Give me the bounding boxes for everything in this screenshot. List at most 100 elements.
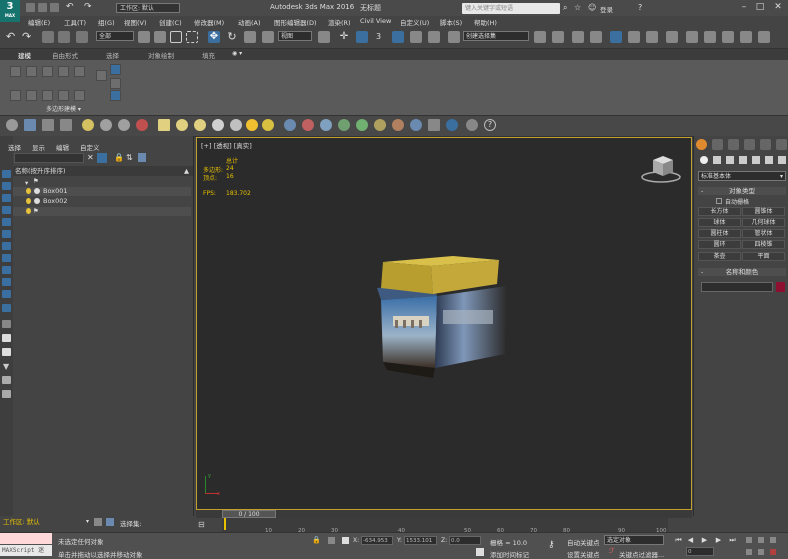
go-to-start-icon[interactable]: ⏮ xyxy=(674,536,683,545)
visibility-bulb-icon[interactable] xyxy=(26,188,31,194)
particle-icon[interactable] xyxy=(284,119,296,131)
geosphere-button[interactable]: 几何球体 xyxy=(742,218,785,227)
select-toggle-icon[interactable] xyxy=(97,153,107,163)
sphere-icon[interactable] xyxy=(176,119,188,131)
plane-icon[interactable] xyxy=(158,119,170,131)
star-icon[interactable]: ☆ xyxy=(574,3,581,12)
orbit-icon[interactable] xyxy=(758,549,764,555)
ribbon-button[interactable] xyxy=(58,66,69,77)
ribbon-panel-label[interactable]: 多边形建模 ▾ xyxy=(46,104,81,113)
ribbon-button[interactable] xyxy=(74,66,85,77)
display-invert-icon[interactable] xyxy=(2,348,11,356)
filter-funnel-icon[interactable]: ▼ xyxy=(3,362,9,371)
filter-groups-icon[interactable] xyxy=(2,242,11,250)
reactor-icon[interactable] xyxy=(338,119,350,131)
viewcube[interactable] xyxy=(639,152,685,184)
auto-key-button[interactable]: 自动关键点 xyxy=(567,537,600,547)
box-button[interactable]: 长方体 xyxy=(698,207,741,216)
sphere-button[interactable]: 球体 xyxy=(698,218,741,227)
rotate-icon[interactable]: ↻ xyxy=(226,31,238,43)
menu-modifiers[interactable]: 修改器(M) xyxy=(194,17,224,27)
menu-group[interactable]: 组(G) xyxy=(98,17,115,27)
time-tag-icon[interactable] xyxy=(476,548,484,556)
systems-category-icon[interactable] xyxy=(778,156,786,164)
ribbon-button[interactable] xyxy=(74,90,85,101)
filter-spacewarps-icon[interactable] xyxy=(2,230,11,238)
filter-containers-icon[interactable] xyxy=(2,278,11,286)
bind-space-warp-icon[interactable] xyxy=(76,31,88,43)
filter-bones-icon[interactable] xyxy=(2,266,11,274)
box002-textured[interactable] xyxy=(377,284,507,378)
globe-icon[interactable] xyxy=(410,119,422,131)
isolate-icon[interactable] xyxy=(328,537,335,544)
angle-snap-icon[interactable] xyxy=(392,31,404,43)
ribbon-tab-selection[interactable]: 选择 xyxy=(106,50,119,60)
menu-customize[interactable]: 自定义(U) xyxy=(400,17,429,27)
cylinder-icon[interactable] xyxy=(212,119,224,131)
ribbon-button[interactable] xyxy=(110,78,121,89)
viewport-label-menu[interactable]: [+] [透视] [真实] xyxy=(201,140,252,150)
pivot-center-icon[interactable] xyxy=(318,31,330,43)
undo-icon[interactable]: ↶ xyxy=(66,3,75,12)
key-icon[interactable]: ⚷ xyxy=(548,540,555,550)
spacewarp-icon[interactable] xyxy=(136,119,148,131)
select-manipulate-icon[interactable]: ✛ xyxy=(338,31,350,43)
lights-category-icon[interactable] xyxy=(726,156,734,164)
cylinder-button[interactable]: 圆柱体 xyxy=(698,229,741,238)
torus-button[interactable]: 圆环 xyxy=(698,240,741,249)
layer-explorer-icon[interactable] xyxy=(138,153,146,162)
time-slider-thumb[interactable]: 0 / 100 xyxy=(222,510,276,518)
zoom-extents-icon[interactable] xyxy=(770,537,776,543)
menu-civil-view[interactable]: Civil View xyxy=(360,17,391,25)
visibility-bulb-icon[interactable] xyxy=(26,208,31,214)
ribbon-button[interactable] xyxy=(110,90,121,101)
help-icon[interactable]: ? xyxy=(638,3,642,12)
biped-icon[interactable] xyxy=(320,119,332,131)
layer-icon[interactable] xyxy=(42,119,54,131)
z-coordinate-field[interactable]: 0.0 xyxy=(449,536,481,545)
undo-icon[interactable]: ↶ xyxy=(6,31,18,43)
window-crossing-icon[interactable] xyxy=(186,31,198,43)
light-icon[interactable] xyxy=(82,119,94,131)
scene-explorer-icon[interactable] xyxy=(610,31,622,43)
ribbon-button[interactable] xyxy=(10,66,21,77)
selection-lock-icon[interactable]: 🔒 xyxy=(312,536,321,544)
menu-help[interactable]: 帮助(H) xyxy=(474,17,497,27)
app-logo-button[interactable]: 3 MAX xyxy=(0,0,20,22)
tree-row-box001[interactable]: Box001 xyxy=(13,187,191,196)
rect-selection-icon[interactable] xyxy=(170,31,182,43)
new-file-icon[interactable] xyxy=(26,3,35,12)
cone-icon[interactable] xyxy=(230,119,242,131)
unlink-icon[interactable] xyxy=(58,31,70,43)
named-selection-select[interactable]: 创建选择集 xyxy=(463,31,529,41)
ribbon-tab-freeform[interactable]: 自由形式 xyxy=(52,50,78,60)
ribbon-options-icon[interactable]: ◉ ▾ xyxy=(232,50,242,57)
motion-tab-icon[interactable] xyxy=(744,139,755,150)
render-frame-icon[interactable] xyxy=(428,119,440,131)
tree-row-box002[interactable]: Box002 xyxy=(13,197,191,206)
pan-icon[interactable] xyxy=(746,549,752,555)
zoom-icon[interactable] xyxy=(746,537,752,543)
clear-search-icon[interactable]: ✕ xyxy=(87,153,94,162)
explorer-column-header[interactable]: 名称(按升序排序) ▲ xyxy=(13,166,193,176)
explorer-tab-customize[interactable]: 自定义 xyxy=(80,142,100,152)
help-icon[interactable]: ? xyxy=(484,119,496,131)
grid-icon[interactable] xyxy=(60,119,72,131)
zoom-all-icon[interactable] xyxy=(758,537,764,543)
foliage-icon[interactable] xyxy=(356,119,368,131)
hair-icon[interactable] xyxy=(392,119,404,131)
tree-row-root[interactable]: ▾ ⚑ xyxy=(13,177,191,187)
primitive-type-select[interactable]: 标准基本体 ▾ xyxy=(698,171,786,181)
place-icon[interactable] xyxy=(262,31,274,43)
render-iterative-icon[interactable] xyxy=(740,31,752,43)
login-link[interactable]: 登录 xyxy=(600,4,613,14)
selection-set-icon[interactable] xyxy=(106,518,114,526)
explorer-tab-edit[interactable]: 编辑 xyxy=(56,142,69,152)
display-all-icon[interactable] xyxy=(2,320,11,328)
filter-helpers-icon[interactable] xyxy=(2,218,11,226)
curve-editor-icon[interactable] xyxy=(628,31,640,43)
settings-icon[interactable] xyxy=(466,119,478,131)
mirror-icon[interactable] xyxy=(534,31,546,43)
utilities-tab-icon[interactable] xyxy=(776,139,787,150)
ribbon-button[interactable] xyxy=(96,70,107,81)
